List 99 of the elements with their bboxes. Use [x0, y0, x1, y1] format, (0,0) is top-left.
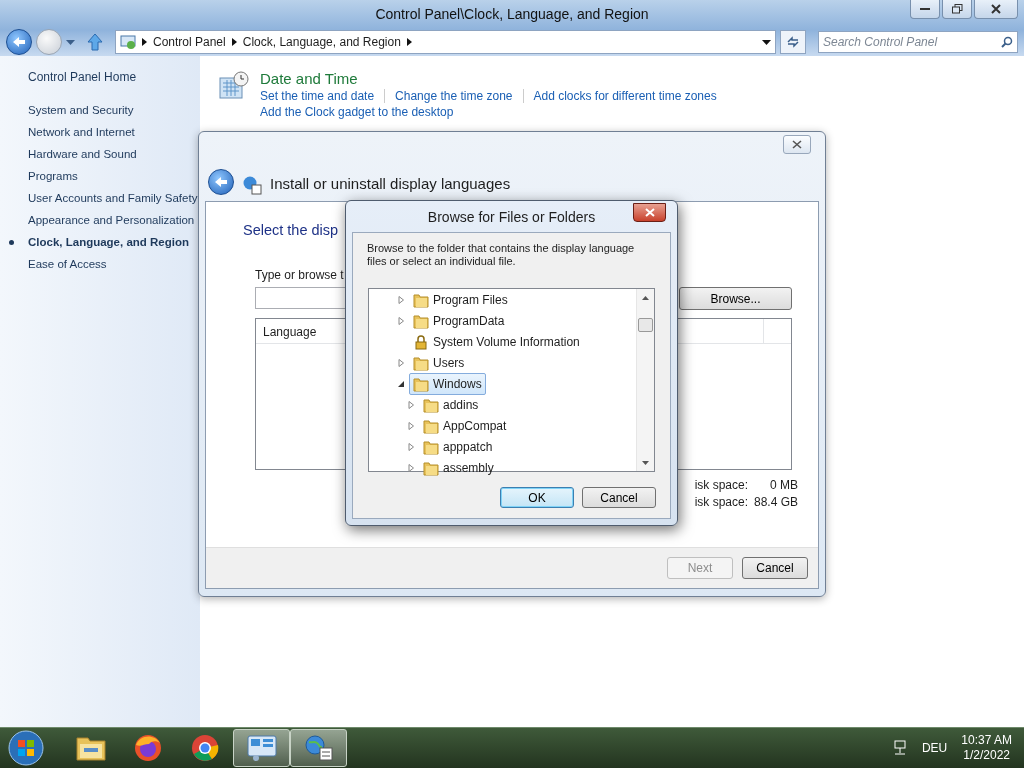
- search-icon: [1001, 36, 1013, 48]
- tree-item[interactable]: AppCompat: [419, 414, 511, 437]
- dialog-button[interactable]: OK: [500, 487, 574, 508]
- close-button[interactable]: [633, 203, 666, 222]
- search-field[interactable]: Search Control Panel: [818, 31, 1018, 53]
- breadcrumb-arrow-icon[interactable]: [406, 38, 412, 46]
- scroll-thumb[interactable]: [638, 318, 653, 332]
- start-orb-icon: [8, 730, 44, 766]
- wizard-title: Install or uninstall display languages: [270, 174, 511, 194]
- minimize-button[interactable]: [910, 0, 940, 19]
- tree-item[interactable]: apppatch: [419, 435, 497, 458]
- control-panel-icon: [245, 734, 278, 762]
- disk-space-value: 0 MB: [769, 478, 798, 492]
- window-title: Control Panel\Clock, Language, and Region: [375, 6, 649, 22]
- expand-arrow-icon[interactable]: [407, 421, 415, 430]
- sidebar-item[interactable]: User Accounts and Family Safety: [28, 191, 200, 206]
- up-arrow-icon[interactable]: [87, 33, 103, 51]
- wizard-heading: Select the disp: [243, 222, 339, 238]
- sidebar-item[interactable]: Ease of Access: [28, 257, 200, 272]
- dialog-description: Browse to the folder that contains the display language files or select an individual file.: [367, 242, 636, 268]
- task-link[interactable]: Set the time and date: [260, 89, 375, 103]
- back-button[interactable]: [208, 169, 234, 195]
- taskbar-button[interactable]: [233, 729, 290, 767]
- tree-item[interactable]: Users: [409, 351, 469, 374]
- wizard-button[interactable]: Cancel: [742, 557, 808, 579]
- disk-space-label: isk space:: [694, 478, 748, 492]
- folder-icon: [413, 312, 429, 329]
- expand-arrow-icon[interactable]: [397, 295, 405, 304]
- restore-icon: [951, 4, 963, 14]
- close-button[interactable]: [783, 135, 811, 154]
- browse-button[interactable]: Browse...: [679, 287, 792, 310]
- disk-space-label: isk space:: [694, 495, 748, 509]
- breadcrumb-arrow-icon[interactable]: [142, 38, 147, 46]
- address-bar[interactable]: Control Panel Clock, Language, and Region: [115, 30, 776, 54]
- sidebar-item[interactable]: Clock, Language, and Region: [9, 235, 200, 250]
- padlock-icon: [413, 333, 429, 350]
- tree-item[interactable]: addins: [419, 393, 483, 416]
- tree-item[interactable]: assembly: [419, 456, 498, 479]
- expand-arrow-icon[interactable]: [397, 316, 405, 325]
- breadcrumb-item[interactable]: Clock, Language, and Region: [242, 35, 401, 49]
- dropdown-arrow-icon[interactable]: [762, 39, 771, 45]
- close-icon: [792, 140, 802, 149]
- dialog-button[interactable]: Cancel: [582, 487, 656, 508]
- sidebar-item[interactable]: System and Security: [28, 103, 200, 118]
- tree-item[interactable]: System Volume Information: [409, 330, 584, 353]
- breadcrumb-item[interactable]: Control Panel: [153, 35, 226, 49]
- task-link[interactable]: Change the time zone: [384, 89, 513, 103]
- restore-button[interactable]: [942, 0, 972, 19]
- clock[interactable]: 10:37 AM 1/2/2022: [961, 733, 1012, 763]
- folder-icon: [74, 734, 107, 762]
- folder-icon: [413, 291, 429, 308]
- breadcrumb-arrow-icon[interactable]: [231, 38, 237, 46]
- task-link[interactable]: Add the Clock gadget to the desktop: [260, 105, 780, 119]
- folder-icon: [423, 438, 439, 455]
- tree-item[interactable]: Program Files: [409, 288, 512, 311]
- folder-icon: [423, 417, 439, 434]
- scroll-up-icon[interactable]: [642, 295, 649, 300]
- fox-globe-icon: [132, 733, 163, 763]
- tree-item[interactable]: ProgramData: [409, 309, 509, 332]
- folder-icon: [423, 459, 439, 476]
- globe-checklist-icon: [302, 734, 335, 762]
- control-panel-icon: [120, 34, 136, 50]
- dialog-title: Browse for Files or Folders: [427, 208, 596, 225]
- sidebar-item[interactable]: Appearance and Personalization: [28, 213, 200, 228]
- back-arrow-icon: [12, 36, 26, 48]
- expand-arrow-icon[interactable]: [407, 400, 415, 409]
- folder-icon: [423, 396, 439, 413]
- calendar-clock-icon: [218, 70, 250, 102]
- tree-item[interactable]: Windows: [409, 372, 486, 395]
- close-icon: [991, 4, 1001, 14]
- sidebar-item[interactable]: Network and Internet: [28, 125, 200, 140]
- category-title[interactable]: Date and Time: [260, 70, 780, 87]
- refresh-icon: [786, 36, 800, 48]
- globe-checklist-icon: [242, 175, 262, 195]
- task-link[interactable]: Add clocks for different time zones: [522, 89, 717, 103]
- sidebar-item[interactable]: Programs: [28, 169, 200, 184]
- taskbar-button[interactable]: [290, 729, 347, 767]
- ring-logo-icon: [189, 733, 220, 763]
- folder-icon: [413, 354, 429, 371]
- start-button[interactable]: [6, 728, 46, 768]
- close-icon: [644, 208, 655, 217]
- back-arrow-icon: [214, 176, 228, 188]
- minimize-icon: [920, 7, 930, 11]
- sidebar-item[interactable]: Hardware and Sound: [28, 147, 200, 162]
- scroll-down-icon[interactable]: [642, 460, 649, 465]
- sidebar-link[interactable]: Control Panel Home: [28, 70, 200, 84]
- disk-space-value: 88.4 GB: [752, 495, 798, 509]
- close-button[interactable]: [974, 0, 1018, 19]
- back-button[interactable]: [6, 29, 32, 55]
- field-label: Type or browse t: [255, 268, 345, 282]
- folder-icon: [413, 375, 429, 392]
- refresh-button[interactable]: [780, 30, 806, 54]
- network-icon[interactable]: [891, 740, 908, 756]
- scrollbar[interactable]: [636, 289, 654, 471]
- language-indicator[interactable]: DEU: [921, 741, 948, 755]
- expand-arrow-icon[interactable]: [407, 463, 415, 472]
- expand-arrow-icon[interactable]: [407, 442, 415, 451]
- expand-arrow-icon[interactable]: [397, 358, 405, 367]
- collapse-arrow-icon[interactable]: [397, 379, 405, 388]
